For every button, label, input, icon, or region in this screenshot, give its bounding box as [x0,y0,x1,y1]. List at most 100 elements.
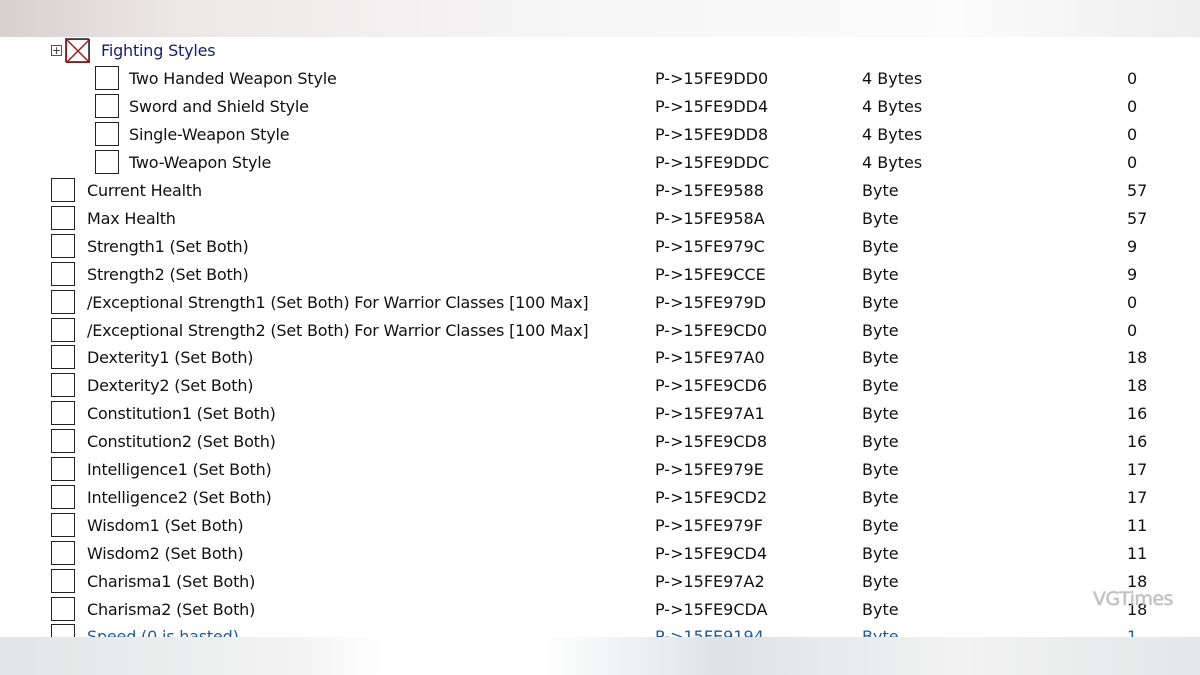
table-row[interactable]: Charisma1 (Set Both) P->15FE97A2 Byte 18 [0,568,1200,596]
address-cell: P->15FE9588 [655,181,764,200]
address-cell: P->15FE9DD0 [655,69,769,88]
address-cell: P->15FE9CD0 [655,320,767,340]
description-cell: Single-Weapon Style [129,125,290,144]
type-cell: Byte [862,627,899,637]
type-cell: Byte [862,208,899,228]
active-checkbox[interactable] [51,596,75,621]
active-checkbox[interactable] [51,261,75,286]
value-cell[interactable]: 57 [1127,177,1147,205]
value-cell[interactable]: 16 [1127,428,1147,456]
address-cell: P->15FE9DD4 [655,97,769,116]
type-cell: Byte [862,599,899,619]
address-cell: P->15FE9DD8 [655,125,769,144]
active-checkbox[interactable] [51,624,75,637]
expand-plus-icon[interactable]: + [51,45,62,56]
table-row[interactable]: Single-Weapon Style P->15FE9DD8 4 Bytes 0 [0,121,1200,149]
active-checkbox[interactable] [51,178,75,202]
type-cell: Byte [862,320,899,340]
description-cell: Dexterity2 (Set Both) [87,376,254,396]
type-cell: Byte [862,181,899,200]
value-cell[interactable]: 17 [1127,456,1147,484]
cheat-table-list[interactable]: + Fighting Styles Two Handed Weapon Styl… [0,37,1200,637]
table-row[interactable]: Constitution2 (Set Both) P->15FE9CD8 Byte 1… [0,428,1200,456]
address-cell: P->15FE9194 [655,627,764,637]
active-checkbox[interactable] [51,233,75,258]
value-cell[interactable]: 57 [1127,205,1147,233]
description-cell: Intelligence1 (Set Both) [87,460,272,479]
active-checkbox[interactable] [51,317,75,342]
table-row[interactable]: Constitution1 (Set Both) P->15FE97A1 Byte 1… [0,400,1200,428]
address-cell: P->15FE97A2 [655,571,765,591]
active-checkbox[interactable] [51,568,75,593]
description-cell: Current Health [87,181,202,200]
type-cell: 4 Bytes [862,153,923,172]
description-cell: Wisdom1 (Set Both) [87,515,244,535]
table-row[interactable]: /Exceptional Strength1 (Set Both) For Wa… [0,289,1200,317]
value-cell[interactable]: 11 [1127,512,1147,540]
type-cell: Byte [862,404,899,424]
active-checkbox[interactable] [51,429,75,454]
value-cell[interactable]: 9 [1127,261,1137,289]
description-cell: Sword and Shield Style [129,97,309,116]
table-row[interactable]: Two Handed Weapon Style P->15FE9DD0 4 Byte… [0,65,1200,93]
table-row[interactable]: Speed (0 is hasted) P->15FE9194 Byte 1 [0,623,1200,637]
table-row[interactable]: Charisma2 (Set Both) P->15FE9CDA Byte 18 [0,596,1200,624]
value-cell[interactable]: 0 [1127,289,1137,317]
active-checkbox[interactable] [51,512,75,537]
value-cell[interactable]: 9 [1127,233,1137,261]
table-row[interactable]: Dexterity2 (Set Both) P->15FE9CD6 Byte 18 [0,372,1200,400]
table-row[interactable]: Two-Weapon Style P->15FE9DDC 4 Bytes 0 [0,149,1200,177]
address-cell: P->15FE9CCE [655,264,766,284]
value-cell[interactable]: 11 [1127,540,1147,568]
description-cell: Max Health [87,208,176,228]
value-cell[interactable]: 17 [1127,484,1147,512]
type-cell: Byte [862,460,899,479]
active-checkbox[interactable] [95,66,119,90]
value-cell[interactable]: 18 [1127,344,1147,372]
active-checkbox[interactable] [95,122,119,146]
table-row[interactable]: Intelligence2 (Set Both) P->15FE9CD2 Byte 1… [0,484,1200,512]
active-checkbox[interactable] [95,94,119,118]
value-cell[interactable]: 0 [1127,65,1137,93]
active-checkbox[interactable] [51,345,75,370]
address-cell: P->15FE9CDA [655,599,768,619]
description-cell: Dexterity1 (Set Both) [87,348,254,368]
value-cell[interactable]: 0 [1127,121,1137,149]
active-checkbox[interactable] [51,401,75,426]
active-checkbox[interactable] [51,205,75,230]
table-row[interactable]: Strength2 (Set Both) P->15FE9CCE Byte 9 [0,261,1200,289]
table-row[interactable]: Strength1 (Set Both) P->15FE979C Byte 9 [0,233,1200,261]
table-row[interactable]: Wisdom1 (Set Both) P->15FE979F Byte 11 [0,512,1200,540]
value-cell[interactable]: 0 [1127,317,1137,345]
table-row[interactable]: /Exceptional Strength2 (Set Both) For Wa… [0,317,1200,345]
active-checkbox[interactable] [51,484,75,509]
table-row[interactable]: Intelligence1 (Set Both) P->15FE979E Byte 1… [0,456,1200,484]
active-checkbox[interactable] [51,540,75,565]
value-cell[interactable]: 16 [1127,400,1147,428]
description-cell: Charisma1 (Set Both) [87,571,256,591]
table-row[interactable]: Max Health P->15FE958A Byte 57 [0,205,1200,233]
description-cell: Charisma2 (Set Both) [87,599,256,619]
type-cell: Byte [862,487,899,507]
group-row-fighting-styles[interactable]: + Fighting Styles [0,37,1200,65]
active-checkbox[interactable] [51,457,75,481]
table-row[interactable]: Current Health P->15FE9588 Byte 57 [0,177,1200,205]
value-cell[interactable]: 1 [1127,623,1137,637]
active-checkbox[interactable] [95,150,119,174]
active-checkbox[interactable] [51,289,75,314]
description-cell: Two Handed Weapon Style [129,69,337,88]
active-checkbox[interactable] [51,373,75,398]
cross-check-icon [66,39,90,63]
description-cell: Speed (0 is hasted) [87,627,239,637]
address-cell: P->15FE97A1 [655,404,765,424]
value-cell[interactable]: 0 [1127,93,1137,121]
value-cell[interactable]: 0 [1127,149,1137,177]
value-cell[interactable]: 18 [1127,372,1147,400]
table-row[interactable]: Dexterity1 (Set Both) P->15FE97A0 Byte 18 [0,344,1200,372]
group-checkbox[interactable] [65,38,90,63]
description-cell: /Exceptional Strength2 (Set Both) For Wa… [87,320,589,340]
description-cell: Wisdom2 (Set Both) [87,543,244,563]
table-row[interactable]: Sword and Shield Style P->15FE9DD4 4 Bytes… [0,93,1200,121]
table-row[interactable]: Wisdom2 (Set Both) P->15FE9CD4 Byte 11 [0,540,1200,568]
top-blur-bar [0,0,1200,37]
